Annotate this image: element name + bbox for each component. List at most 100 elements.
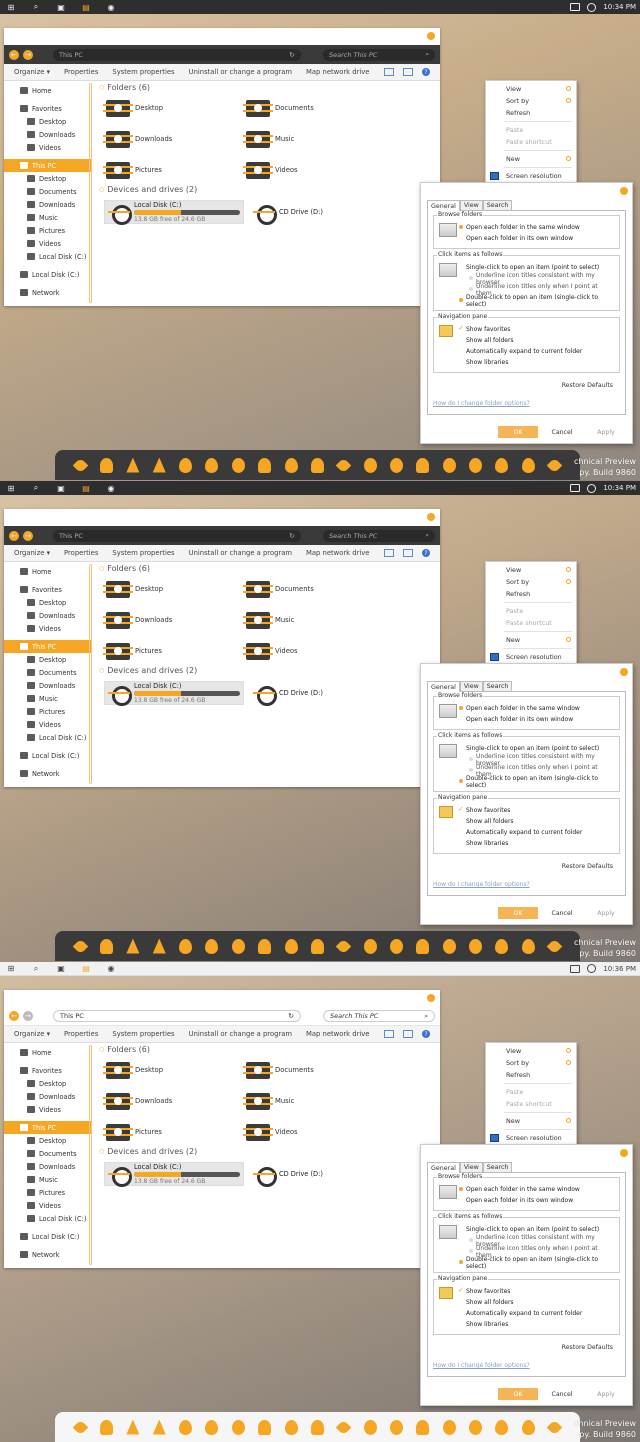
menu-item[interactable]: Paste [486, 1086, 576, 1098]
forward-button[interactable]: → [23, 49, 33, 60]
windows-icon[interactable]: ⊞ [4, 482, 18, 494]
drop-icon[interactable] [493, 937, 510, 955]
option-item[interactable]: Automatically expand to current folder [466, 1308, 615, 1319]
tree-icon[interactable] [467, 1418, 484, 1436]
taskbar-clock[interactable]: 10:34 PM [603, 484, 636, 492]
help-icon[interactable]: ? [422, 549, 430, 557]
nav-item[interactable]: Desktop [4, 115, 92, 128]
nav-item[interactable]: Home [4, 1046, 92, 1059]
nav-item[interactable]: Music [4, 692, 92, 705]
taskbar-clock[interactable]: 10:34 PM [603, 3, 636, 11]
menu-item[interactable]: Paste shortcut [486, 136, 576, 148]
menu-item[interactable]: Paste [486, 605, 576, 617]
apply-button[interactable]: Apply [586, 426, 626, 438]
command-button[interactable]: System properties [112, 549, 174, 557]
command-button[interactable]: Uninstall or change a program [189, 1030, 292, 1038]
help-icon[interactable]: ? [422, 68, 430, 76]
search-icon[interactable]: ⌕ [425, 50, 429, 59]
menu-item[interactable]: Refresh [486, 1069, 576, 1081]
menu-item[interactable]: Screen resolution [486, 651, 576, 663]
ok-button[interactable]: OK [498, 1388, 538, 1400]
nav-item[interactable]: Videos [4, 237, 92, 250]
nav-item[interactable]: Local Disk (C:) [4, 731, 92, 744]
close-button[interactable] [427, 513, 435, 521]
drive-item[interactable]: CD Drive (D:) [250, 200, 390, 225]
nav-item[interactable]: Downloads [4, 1160, 92, 1173]
folder-item[interactable]: Desktop [103, 580, 246, 598]
flame-icon[interactable] [520, 1418, 537, 1436]
command-button[interactable]: Uninstall or change a program [189, 549, 292, 557]
nav-item[interactable]: Desktop [4, 653, 92, 666]
folder-item[interactable]: Music [243, 130, 386, 148]
help-link[interactable]: How do I change folder options? [433, 1362, 620, 1369]
nav-item[interactable]: Downloads [4, 198, 92, 211]
app-icon[interactable]: ◉ [104, 963, 118, 975]
command-button[interactable]: Organize ▾ [14, 68, 50, 76]
swirl-icon[interactable] [388, 456, 405, 474]
option-item[interactable]: ✓ Show favorites [458, 1286, 615, 1297]
menu-item[interactable]: Sort by [486, 576, 576, 588]
flame-icon[interactable] [203, 1418, 220, 1436]
task-view-icon[interactable]: ▣ [54, 963, 68, 975]
folder-item[interactable]: Videos [243, 642, 386, 660]
owl-icon[interactable] [230, 1418, 247, 1436]
command-button[interactable]: Properties [64, 549, 98, 557]
nav-item[interactable]: Desktop [4, 596, 92, 609]
option-item[interactable]: Open each folder in its own window [466, 714, 615, 725]
folder-item[interactable]: Documents [243, 1061, 386, 1079]
apply-button[interactable]: Apply [586, 907, 626, 919]
leaf-icon[interactable] [546, 937, 563, 955]
search-icon[interactable]: ⌕ [29, 1, 43, 13]
option-item[interactable]: Double-click to open an item (single-cli… [459, 294, 615, 308]
group-header-folders[interactable]: Folders (6) [105, 81, 440, 94]
command-button[interactable]: Organize ▾ [14, 1030, 50, 1038]
nav-item[interactable]: Music [4, 211, 92, 224]
pane-splitter[interactable] [89, 83, 92, 303]
command-button[interactable]: System properties [112, 68, 174, 76]
search-icon[interactable]: ⌕ [29, 482, 43, 494]
restore-defaults-button[interactable]: Restore Defaults [555, 379, 620, 391]
drive-item[interactable]: Local Disk (C:) 13.8 GB free of 24.6 GB [104, 1162, 244, 1187]
nav-item[interactable]: Local Disk (C:) [4, 250, 92, 263]
nav-item[interactable]: Local Disk (C:) [4, 268, 92, 281]
nav-item[interactable]: Desktop [4, 1077, 92, 1090]
nav-item[interactable]: This PC [4, 159, 92, 172]
option-item[interactable]: Show all folders [466, 335, 615, 346]
option-item[interactable]: Double-click to open an item (single-cli… [459, 1256, 615, 1270]
menu-item[interactable]: Sort by [486, 1057, 576, 1069]
back-button[interactable]: ← [9, 49, 19, 60]
command-button[interactable]: Map network drive [306, 1030, 369, 1038]
flame-icon[interactable] [124, 456, 141, 474]
drive-item[interactable]: CD Drive (D:) [250, 1162, 390, 1187]
refresh-icon[interactable]: ↻ [289, 51, 295, 59]
restore-defaults-button[interactable]: Restore Defaults [555, 1341, 620, 1353]
jellyfish-icon[interactable] [309, 456, 326, 474]
lotus-icon[interactable] [151, 456, 168, 474]
view-options-icon[interactable] [384, 68, 394, 76]
owl-icon[interactable] [230, 456, 247, 474]
flame-icon[interactable] [124, 1418, 141, 1436]
drop-icon[interactable] [177, 937, 194, 955]
option-item[interactable]: Show libraries [466, 357, 615, 368]
nav-item[interactable]: Videos [4, 141, 92, 154]
command-button[interactable]: Organize ▾ [14, 549, 50, 557]
command-button[interactable]: System properties [112, 1030, 174, 1038]
forward-button[interactable]: → [23, 1011, 33, 1021]
menu-item[interactable]: View [486, 1045, 576, 1057]
command-button[interactable]: Properties [64, 1030, 98, 1038]
tab-search[interactable]: Search [482, 200, 513, 210]
flame-icon[interactable] [203, 937, 220, 955]
command-button[interactable]: Uninstall or change a program [189, 68, 292, 76]
taskbar-clock[interactable]: 10:36 PM [603, 965, 636, 973]
flower-icon[interactable] [441, 937, 458, 955]
view-options-icon[interactable] [384, 1030, 394, 1038]
drop-icon[interactable] [177, 456, 194, 474]
group-header-drives[interactable]: Devices and drives (2) [105, 664, 440, 677]
app-icon[interactable]: ◉ [104, 1, 118, 13]
drive-item[interactable]: Local Disk (C:) 13.8 GB free of 24.6 GB [104, 681, 244, 706]
leaf-icon[interactable] [72, 456, 89, 474]
nav-item[interactable]: Network [4, 767, 92, 780]
menu-item[interactable]: Screen resolution [486, 1132, 576, 1144]
tab-search[interactable]: Search [482, 681, 513, 691]
swirl-icon[interactable] [388, 1418, 405, 1436]
